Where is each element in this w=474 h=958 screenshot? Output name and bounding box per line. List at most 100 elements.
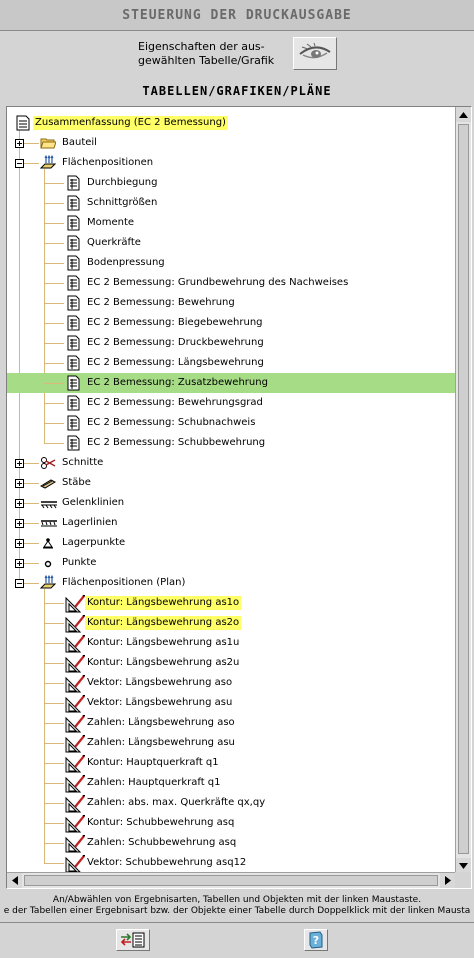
tree-line <box>44 823 64 824</box>
arrow-up-icon <box>459 111 468 118</box>
tree-item[interactable]: Bodenpressung <box>7 253 455 273</box>
tree-item[interactable]: Punkte <box>7 553 455 573</box>
collapse-icon[interactable] <box>15 579 24 588</box>
support-point-icon <box>40 535 56 551</box>
tree-item-label: Flächenpositionen <box>62 157 154 168</box>
scroll-right-button[interactable] <box>440 873 455 888</box>
transfer-icon <box>120 932 145 948</box>
tree-item[interactable]: Vektor: Schubbewehrung asq12 <box>7 853 455 873</box>
tree-content[interactable]: Zusammenfassung (EC 2 Bemessung) Bauteil F… <box>7 107 455 873</box>
tree-item[interactable]: Kontur: Längsbewehrung as1u <box>7 633 455 653</box>
table-icon <box>65 255 81 271</box>
vertical-scrollbar[interactable] <box>455 107 471 873</box>
tree-item[interactable]: Vektor: Längsbewehrung asu <box>7 693 455 713</box>
horizontal-scrollbar[interactable] <box>7 872 455 888</box>
expand-icon[interactable] <box>15 559 24 568</box>
tree-item[interactable]: Zahlen: Hauptquerkraft q1 <box>7 773 455 793</box>
expand-icon[interactable] <box>15 499 24 508</box>
tree-item[interactable]: Kontur: Längsbewehrung as1o <box>7 593 455 613</box>
tree-item[interactable]: Vektor: Längsbewehrung aso <box>7 673 455 693</box>
tree-item[interactable]: EC 2 Bemessung: Bewehrung <box>7 293 455 313</box>
transfer-button[interactable] <box>116 929 150 951</box>
tree-item[interactable]: Zusammenfassung (EC 2 Bemessung) <box>7 113 455 133</box>
tree-line <box>44 623 64 624</box>
tree-line <box>44 843 64 844</box>
tree-item-label: EC 2 Bemessung: Bewehrungsgrad <box>87 397 263 408</box>
tree-item[interactable]: EC 2 Bemessung: Schubbewehrung <box>7 433 455 453</box>
expand-icon[interactable] <box>15 539 24 548</box>
tree-item[interactable]: Lagerpunkte <box>7 533 455 553</box>
tree-item[interactable]: EC 2 Bemessung: Schubnachweis <box>7 413 455 433</box>
tree-view[interactable]: Zusammenfassung (EC 2 Bemessung) Bauteil F… <box>6 106 472 889</box>
expand-icon[interactable] <box>15 519 24 528</box>
tree-item[interactable]: EC 2 Bemessung: Zusatzbewehrung <box>7 373 455 393</box>
tree-item-label: Zusammenfassung (EC 2 Bemessung) <box>33 116 228 130</box>
tree-item[interactable]: Flächenpositionen (Plan) <box>7 573 455 593</box>
tree-line <box>44 663 64 664</box>
support-line-icon <box>40 515 57 531</box>
collapse-icon[interactable] <box>15 159 24 168</box>
tree-item[interactable]: Zahlen: Schubbewehrung asq <box>7 833 455 853</box>
scroll-left-button[interactable] <box>7 873 22 888</box>
properties-button[interactable] <box>293 37 337 70</box>
drawing-icon <box>65 714 86 733</box>
tree-item[interactable]: Zahlen: Längsbewehrung aso <box>7 713 455 733</box>
tree-item[interactable]: Querkräfte <box>7 233 455 253</box>
tree-item-label: Bodenpressung <box>87 257 165 268</box>
tree-line <box>44 863 64 864</box>
expand-icon[interactable] <box>15 139 24 148</box>
table-icon <box>65 355 81 371</box>
tree-item[interactable]: EC 2 Bemessung: Grundbewehrung des Nachw… <box>7 273 455 293</box>
section-title: TABELLEN/GRAFIKEN/PLÄNE <box>142 84 332 98</box>
tree-item[interactable]: EC 2 Bemessung: Bewehrungsgrad <box>7 393 455 413</box>
tree-item[interactable]: Schnitte <box>7 453 455 473</box>
tree-line <box>44 363 64 364</box>
tree-item[interactable]: EC 2 Bemessung: Biegebewehrung <box>7 313 455 333</box>
tree-item-label: Durchbiegung <box>87 177 158 188</box>
tree-item-label: Lagerpunkte <box>62 537 126 548</box>
tree-item[interactable]: Bauteil <box>7 133 455 153</box>
help-button[interactable]: ? <box>304 929 328 951</box>
tree-item-label: Schnittgrößen <box>87 197 158 208</box>
tree-item[interactable]: Kontur: Längsbewehrung as2o <box>7 613 455 633</box>
drawing-icon <box>65 834 86 853</box>
tree-item[interactable]: Zahlen: abs. max. Querkräfte qx,qy <box>7 793 455 813</box>
tree-item[interactable]: Schnittgrößen <box>7 193 455 213</box>
tree-item[interactable]: Stäbe <box>7 473 455 493</box>
tree-item-label: EC 2 Bemessung: Schubbewehrung <box>87 437 266 448</box>
scrollbar-corner <box>455 872 471 888</box>
tree-line <box>44 723 64 724</box>
tree-item-label: EC 2 Bemessung: Druckbewehrung <box>87 337 264 348</box>
tree-item[interactable]: Gelenklinien <box>7 493 455 513</box>
tree-line <box>44 403 64 404</box>
horizontal-scroll-thumb[interactable] <box>24 875 438 886</box>
scroll-down-button[interactable] <box>456 858 471 873</box>
tree-item-label: Vektor: Schubbewehrung asq12 <box>87 857 247 868</box>
tree-item[interactable]: Kontur: Hauptquerkraft q1 <box>7 753 455 773</box>
vertical-scroll-thumb[interactable] <box>458 124 469 854</box>
tree-item[interactable]: EC 2 Bemessung: Längsbewehrung <box>7 353 455 373</box>
tree-item-label: Momente <box>87 217 135 228</box>
tree-item-label: Gelenklinien <box>62 497 125 508</box>
tree-item[interactable]: Kontur: Längsbewehrung as2u <box>7 653 455 673</box>
table-icon <box>65 175 81 191</box>
tree-item-label: EC 2 Bemessung: Schubnachweis <box>87 417 256 428</box>
tree-item[interactable]: Lagerlinien <box>7 513 455 533</box>
tree-item[interactable]: Kontur: Schubbewehrung asq <box>7 813 455 833</box>
expand-icon[interactable] <box>15 479 24 488</box>
tree-item[interactable]: Flächenpositionen <box>7 153 455 173</box>
tree-item[interactable]: Zahlen: Längsbewehrung asu <box>7 733 455 753</box>
expand-icon[interactable] <box>15 459 24 468</box>
table-icon <box>65 295 81 311</box>
tree-item-label: EC 2 Bemessung: Bewehrung <box>87 297 235 308</box>
tree-item[interactable]: Durchbiegung <box>7 173 455 193</box>
tree-item-label: Kontur: Längsbewehrung as1o <box>85 596 242 610</box>
tree-item-label: Zahlen: Hauptquerkraft q1 <box>87 777 221 788</box>
tree-item[interactable]: Momente <box>7 213 455 233</box>
tree-item-label: Kontur: Längsbewehrung as2u <box>87 657 240 668</box>
tree-item[interactable]: EC 2 Bemessung: Druckbewehrung <box>7 333 455 353</box>
tree-item-label: EC 2 Bemessung: Biegebewehrung <box>87 317 263 328</box>
hint-line-1: An/Abwählen von Ergebnisarten, Tabellen … <box>52 895 422 905</box>
properties-button-label[interactable]: Eigenschaften der aus- gewählten Tabelle… <box>138 40 288 68</box>
scroll-up-button[interactable] <box>456 107 471 122</box>
